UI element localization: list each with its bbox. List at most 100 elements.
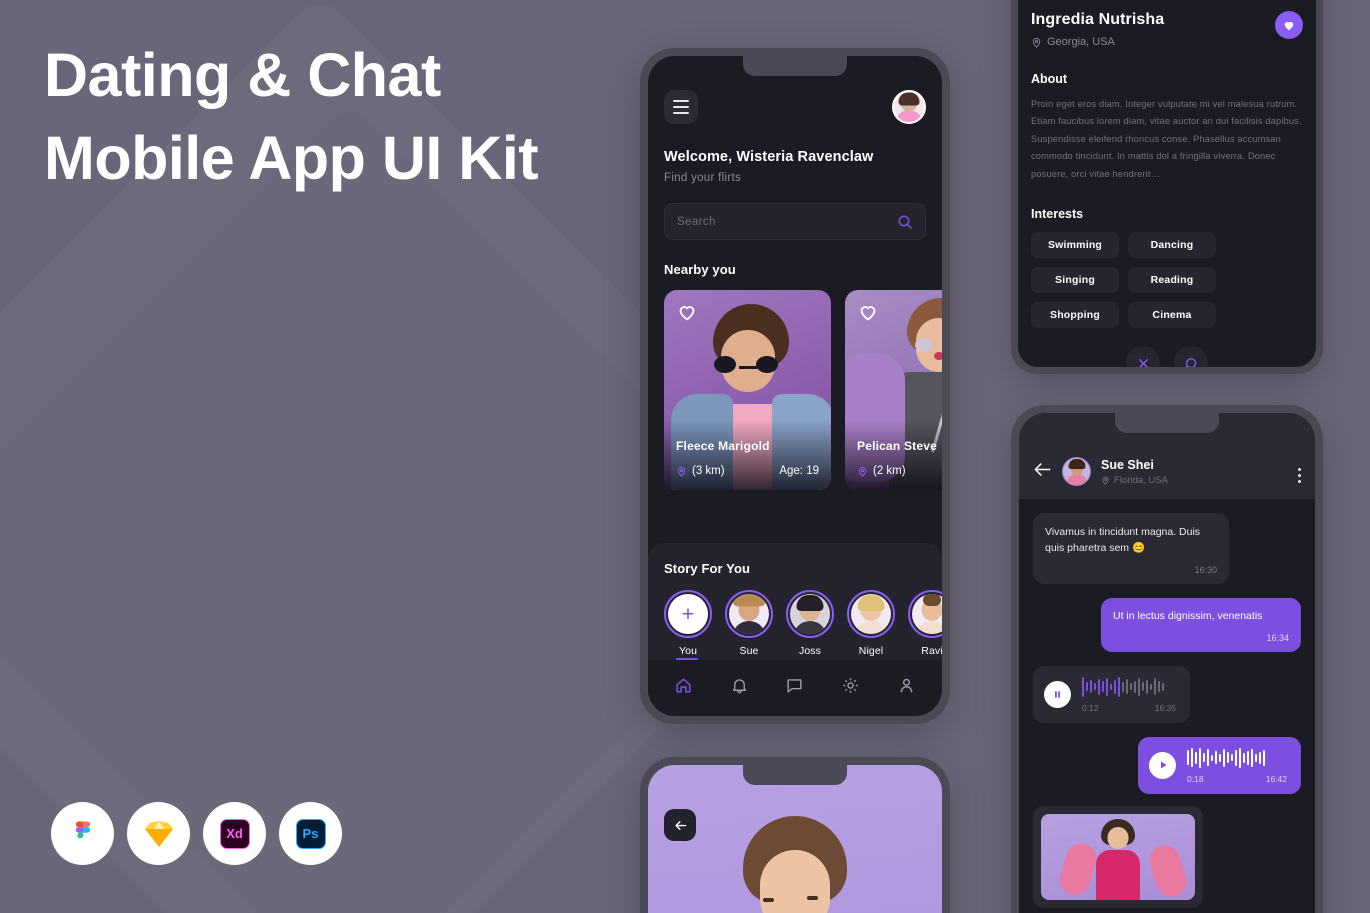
figma-logo (51, 802, 114, 865)
interests-list: Swimming Dancing Singing Reading Shoppin… (1031, 232, 1303, 329)
close-icon[interactable] (1136, 356, 1151, 367)
adobe-xd-label: Xd (226, 826, 243, 841)
story-item[interactable]: Sue (725, 590, 773, 657)
location-pin-icon (677, 466, 686, 477)
more-options-button[interactable] (1298, 468, 1301, 486)
story-item[interactable]: Nigel (847, 590, 895, 657)
interest-chip[interactable]: Swimming (1031, 232, 1119, 259)
about-text: Proin eget eros diam. Integer vulputate … (1031, 99, 1302, 179)
detail-hero-photo (648, 765, 942, 913)
interest-chip[interactable]: Cinema (1128, 302, 1216, 329)
voice-message-outgoing[interactable]: 0:18 16:42 (1138, 736, 1301, 794)
message-text: Vivamus in tincidunt magna. Duis quis ph… (1045, 526, 1201, 555)
phone-notch (743, 765, 847, 785)
story-section: Story For You + You Sue Joss Nigel Ravi (648, 543, 942, 660)
play-icon[interactable] (1157, 759, 1169, 771)
gear-icon[interactable] (841, 676, 860, 695)
story-label: Ravi (921, 645, 942, 657)
nav-home-button[interactable] (674, 676, 693, 700)
about-heading: About (1031, 72, 1068, 86)
play-button[interactable] (1149, 751, 1176, 779)
like-icon[interactable] (857, 301, 879, 323)
menu-button[interactable] (664, 90, 698, 124)
sketch-logo (127, 802, 190, 865)
nearby-card-name: Pelican Steve (857, 439, 937, 453)
person-icon[interactable] (897, 676, 916, 695)
phone-notch (1115, 413, 1219, 433)
story-section-title: Story For You (664, 561, 751, 576)
like-icon[interactable] (676, 301, 698, 323)
pause-button[interactable] (1044, 680, 1071, 708)
nearby-card-age: Age: 19 (779, 465, 819, 477)
hero-line-2: Mobile App UI Kit (44, 123, 539, 192)
welcome-subtitle: Find your flirts (664, 172, 742, 184)
nearby-card-distance: (3 km) (676, 465, 725, 477)
nearby-card[interactable]: Pelican Steve (2 km) Age: 21 (845, 290, 942, 490)
voice-duration: 0:12 (1082, 702, 1099, 713)
search-input[interactable]: Search (664, 203, 926, 240)
location-pin-icon (858, 466, 867, 477)
profile-detail-card: Ingredia Nutrisha Georgia, USA About Pro… (1011, 0, 1323, 374)
avatar[interactable] (1062, 457, 1091, 486)
interest-chip[interactable]: Singing (1031, 267, 1119, 294)
dislike-button[interactable] (1126, 346, 1160, 367)
phone-mockup-chat: Sue Shei Florida, USA Vivamus in tincidu… (1011, 405, 1323, 913)
nearby-card-name: Fleece Marigold (676, 439, 770, 453)
chat-bubble-icon[interactable] (1184, 356, 1199, 367)
avatar[interactable] (892, 90, 926, 124)
phone-mockup-detail (640, 757, 950, 913)
nearby-card[interactable]: Fleece Marigold (3 km) Age: 19 (664, 290, 831, 490)
location-pin-icon (1032, 37, 1041, 48)
message-time: 16:30 (1194, 564, 1217, 575)
image-thumbnail[interactable] (1041, 813, 1195, 900)
profile-action-buttons (1031, 346, 1303, 367)
pause-icon[interactable] (1052, 689, 1063, 700)
chat-icon[interactable] (785, 676, 804, 695)
profile-location-label: Georgia, USA (1047, 36, 1115, 48)
chat-location-label: Florida, USA (1114, 475, 1168, 486)
story-label: Sue (739, 645, 759, 657)
message-text: Ut in lectus dignissim, venenatis (1113, 610, 1263, 623)
waveform (1187, 747, 1287, 769)
story-item[interactable]: Ravi (908, 590, 942, 657)
nav-profile-button[interactable] (897, 676, 916, 700)
add-story-icon[interactable]: + (668, 594, 708, 634)
story-item-you[interactable]: + You (664, 590, 712, 657)
story-label: Joss (799, 645, 821, 657)
figma-icon (75, 821, 90, 838)
search-placeholder: Search (677, 215, 716, 228)
back-button[interactable] (1033, 460, 1052, 486)
arrow-left-icon[interactable] (1033, 460, 1052, 479)
sketch-icon (144, 820, 173, 847)
message-time: 16:34 (1266, 632, 1289, 643)
interest-chip[interactable]: Shopping (1031, 302, 1119, 329)
chat-contact-name: Sue Shei (1101, 458, 1154, 472)
phone-notch (743, 56, 847, 76)
nav-chat-button[interactable] (785, 676, 804, 700)
home-icon[interactable] (674, 676, 693, 695)
chat-message-image[interactable] (1033, 805, 1203, 908)
nearby-card-distance: (2 km) (857, 465, 906, 477)
chat-contact-location: Florida, USA (1101, 475, 1168, 486)
nav-settings-button[interactable] (841, 676, 860, 700)
profile-location: Georgia, USA (1031, 36, 1164, 48)
photoshop-logo: Ps (279, 802, 342, 865)
back-button[interactable] (664, 809, 696, 841)
arrow-left-icon[interactable] (673, 818, 688, 833)
chat-message-outgoing: Ut in lectus dignissim, venenatis 16:34 (1101, 598, 1301, 652)
search-icon[interactable] (897, 214, 913, 230)
distance-label: (2 km) (873, 465, 906, 477)
interest-chip[interactable]: Dancing (1128, 232, 1216, 259)
bottom-navigation (648, 660, 942, 716)
waveform (1082, 676, 1176, 698)
story-item[interactable]: Joss (786, 590, 834, 657)
phone-mockup-home: Welcome, Wisteria Ravenclaw Find your fl… (640, 48, 950, 724)
heart-icon[interactable] (1282, 18, 1296, 32)
bell-icon[interactable] (730, 676, 749, 695)
nav-notifications-button[interactable] (730, 676, 749, 700)
message-button[interactable] (1174, 346, 1208, 367)
favorite-button[interactable] (1275, 11, 1303, 39)
interest-chip[interactable]: Reading (1128, 267, 1216, 294)
voice-time: 16:35 (1154, 702, 1176, 713)
voice-message-incoming[interactable]: 0:12 16:35 (1033, 665, 1190, 723)
